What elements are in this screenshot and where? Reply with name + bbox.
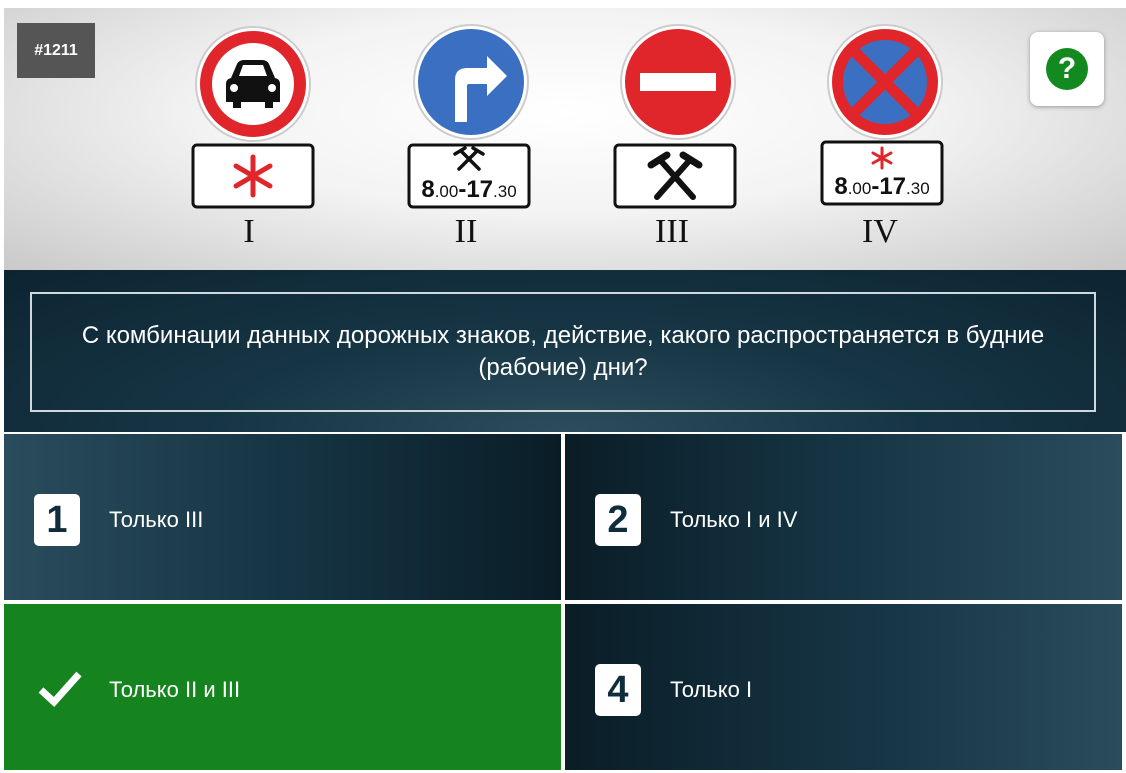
- no-entry-sign: [620, 24, 736, 140]
- answer-option-2[interactable]: 2 Только I и IV: [565, 434, 1122, 600]
- answer-text: Только III: [109, 507, 204, 532]
- checkmark-icon: [38, 671, 82, 707]
- answer-text: Только I и IV: [670, 507, 798, 532]
- sign-number-iii: III: [655, 213, 689, 250]
- sign-number-i: I: [243, 213, 255, 250]
- answer-option-1[interactable]: 1 Только III: [4, 434, 561, 600]
- question-id-badge: #1211: [17, 23, 95, 78]
- no-stopping-sign: [827, 24, 943, 140]
- help-button[interactable]: ?: [1030, 32, 1104, 106]
- answer-text: Только I: [670, 677, 753, 702]
- question-mark-icon: ?: [1046, 48, 1088, 90]
- no-motor-vehicles-sign: [195, 26, 311, 142]
- answer-text: Только II и III: [109, 677, 241, 702]
- question-card: #1211 I 8.00-17.30 II III 8.00-17.30 IV …: [4, 8, 1126, 773]
- question-panel: С комбинации данных дорожных знаков, дей…: [4, 270, 1126, 432]
- asterisk-plate: [191, 143, 315, 209]
- asterisk-time-plate: 8.00-17.30: [820, 140, 944, 206]
- answer-number-badge: 4: [595, 664, 641, 716]
- signs-image: #1211 I 8.00-17.30 II III 8.00-17.30 IV …: [4, 8, 1126, 270]
- question-text: С комбинации данных дорожных знаков, дей…: [30, 292, 1096, 412]
- answer-number-badge: 2: [595, 494, 641, 546]
- sign-number-iv: IV: [862, 213, 898, 250]
- sign-number-ii: II: [454, 213, 478, 250]
- hammers-time-plate: 8.00-17.30: [407, 143, 531, 209]
- hammers-plate: [613, 143, 737, 209]
- answer-option-4[interactable]: 4 Только I: [565, 604, 1122, 770]
- answer-option-3-correct[interactable]: Только II и III: [4, 604, 561, 770]
- direction-right-sign: [413, 24, 529, 140]
- answers-grid: 1 Только III 2 Только I и IV Только II и…: [4, 434, 1126, 773]
- answer-number-badge: 1: [34, 494, 80, 546]
